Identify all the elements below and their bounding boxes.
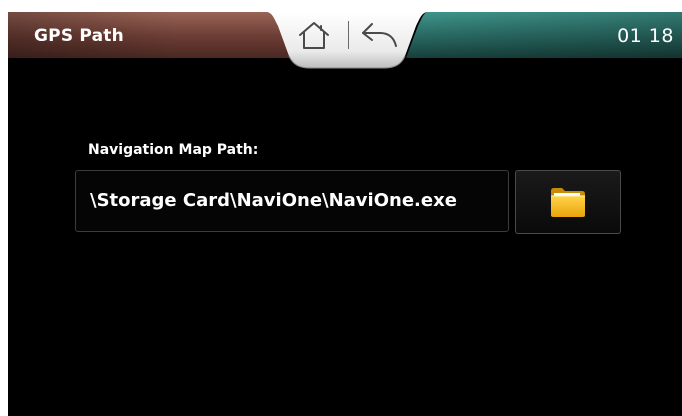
navigation-map-path-label: Navigation Map Path:: [88, 142, 259, 158]
screen: GPS Path 01 18 Navigation Map Path: \Sto…: [8, 12, 682, 416]
page-title: GPS Path: [34, 26, 124, 46]
header-divider: [348, 21, 349, 49]
title-bar: GPS Path 01 18: [8, 12, 682, 69]
home-button[interactable]: [294, 18, 334, 52]
navigation-map-path-field[interactable]: \Storage Card\NaviOne\NaviOne.exe: [75, 170, 509, 232]
browse-folder-button[interactable]: [515, 170, 621, 234]
back-arrow-icon: [362, 23, 397, 47]
clock: 01 18: [617, 25, 674, 47]
folder-icon: [551, 188, 585, 217]
back-button[interactable]: [358, 18, 402, 52]
home-icon: [299, 22, 329, 49]
